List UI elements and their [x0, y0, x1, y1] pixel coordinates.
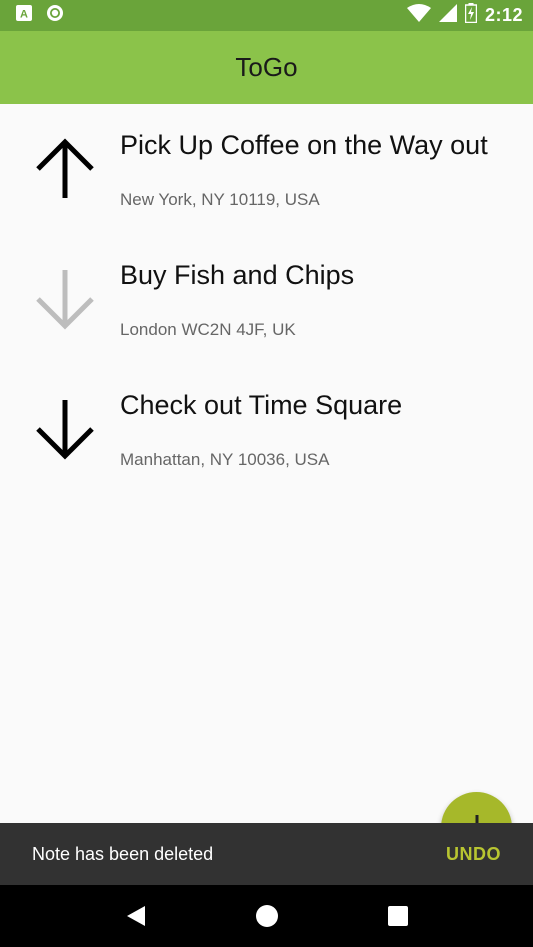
arrow-down-icon	[34, 268, 96, 330]
arrow-down-icon	[34, 398, 96, 460]
app-toolbar: ToGo	[0, 31, 533, 104]
arrow-up-icon	[34, 138, 96, 200]
undo-button[interactable]: UNDO	[446, 844, 501, 865]
circle-notification-icon	[46, 4, 64, 27]
note-address: London WC2N 4JF, UK	[120, 320, 296, 339]
a-notification-icon: A	[16, 5, 32, 26]
cell-signal-icon	[438, 4, 457, 27]
snackbar: Note has been deleted UNDO	[0, 823, 533, 885]
home-icon[interactable]	[247, 896, 287, 936]
notes-list: Pick Up Coffee on the Way out New York, …	[0, 104, 533, 494]
wifi-icon	[406, 4, 431, 27]
back-icon[interactable]	[116, 896, 156, 936]
list-item[interactable]: Buy Fish and Chips London WC2N 4JF, UK	[0, 234, 533, 364]
system-nav-bar	[0, 885, 533, 947]
list-item[interactable]: Check out Time Square Manhattan, NY 1003…	[0, 364, 533, 494]
status-time: 2:12	[484, 5, 523, 25]
page-title: ToGo	[235, 52, 298, 82]
list-item[interactable]: Pick Up Coffee on the Way out New York, …	[0, 104, 533, 234]
status-bar: A 2:12	[0, 0, 533, 31]
svg-text:A: A	[20, 9, 28, 21]
note-title: Pick Up Coffee on the Way out	[120, 130, 488, 160]
battery-charging-icon	[464, 3, 478, 28]
note-address: New York, NY 10119, USA	[120, 190, 320, 209]
snackbar-message: Note has been deleted	[32, 843, 214, 864]
note-title: Check out Time Square	[120, 390, 403, 420]
recents-icon[interactable]	[378, 896, 418, 936]
note-title: Buy Fish and Chips	[120, 260, 355, 290]
note-address: Manhattan, NY 10036, USA	[120, 450, 330, 469]
